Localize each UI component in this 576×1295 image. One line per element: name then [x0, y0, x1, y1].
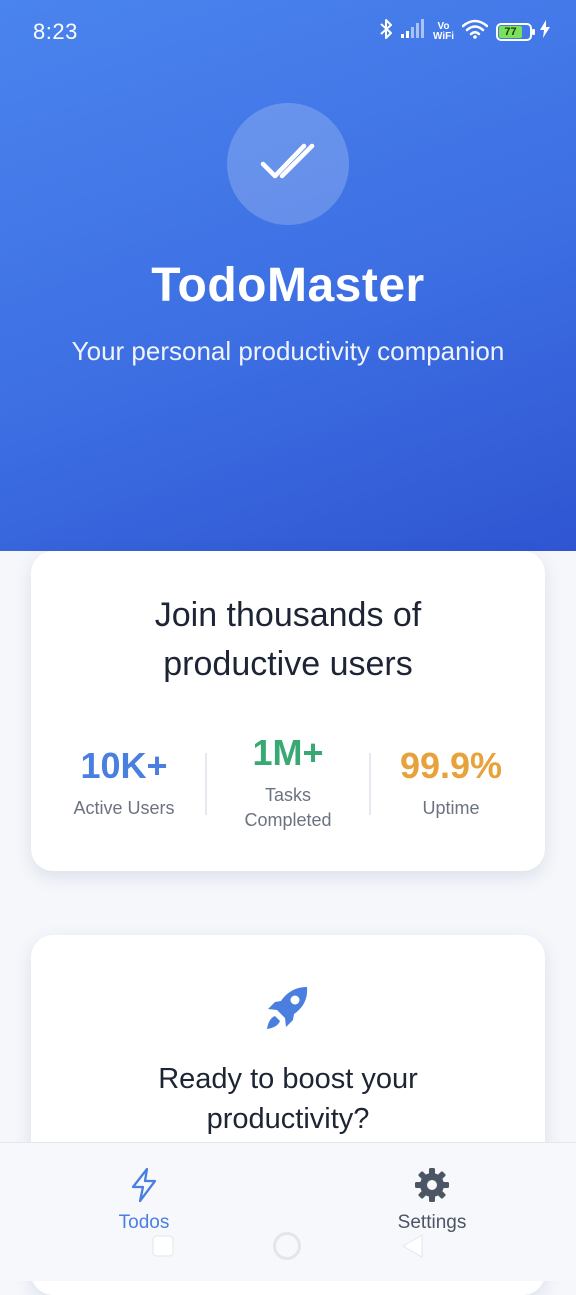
rocket-icon	[263, 983, 313, 1033]
status-icons: Vo WiFi 77	[379, 18, 550, 45]
stats-heading: Join thousands of productive users	[31, 591, 545, 689]
stat-value: 1M+	[252, 732, 324, 773]
status-time: 8:23	[33, 19, 78, 44]
system-nav-bar	[0, 1227, 576, 1267]
stat-tasks-completed: 1M+ Tasks Completed	[203, 731, 373, 833]
home-button[interactable]	[272, 1231, 302, 1266]
cta-heading: Ready to boost your productivity?	[31, 1059, 545, 1139]
hero-header: 8:23 Vo WiFi 77 TodoMaster Your personal…	[0, 0, 576, 551]
nav-item-todos[interactable]: Todos	[74, 1167, 214, 1234]
stat-value: 99.9%	[399, 745, 503, 786]
status-bar: 8:23 Vo WiFi 77	[0, 0, 576, 66]
back-button[interactable]	[400, 1233, 424, 1264]
stat-value: 10K+	[80, 745, 168, 786]
stat-label: Uptime	[422, 798, 480, 818]
stat-label: Tasks Completed	[203, 783, 373, 833]
vowifi-label-top: Vo	[437, 20, 450, 32]
battery-level: 77	[499, 25, 523, 38]
battery-icon: 77	[496, 22, 535, 41]
bluetooth-icon	[379, 18, 393, 45]
stats-heading-line1: Join thousands of	[154, 596, 422, 634]
recent-apps-button[interactable]	[152, 1235, 174, 1262]
stat-uptime: 99.9% Uptime	[366, 731, 536, 821]
app-title: TodoMaster	[151, 259, 425, 312]
bottom-nav: Todos Settings	[0, 1142, 576, 1281]
charging-icon	[540, 20, 550, 43]
app-logo	[227, 103, 349, 225]
stat-label: Active Users	[73, 798, 175, 818]
cta-heading-line1: Ready to boost your	[158, 1063, 418, 1095]
double-check-icon	[258, 140, 318, 189]
gear-icon	[414, 1168, 450, 1207]
stats-card: Join thousands of productive users 10K+ …	[31, 551, 545, 871]
vowifi-label-bottom: WiFi	[432, 30, 454, 42]
cta-heading-line2: productivity?	[206, 1103, 370, 1135]
stat-label-line2: Completed	[244, 810, 332, 830]
signal-icon	[400, 19, 425, 44]
nav-item-settings[interactable]: Settings	[362, 1167, 502, 1234]
vowifi-icon: Vo WiFi	[432, 20, 454, 42]
stats-heading-line2: productive users	[163, 645, 413, 683]
stat-active-users: 10K+ Active Users	[39, 731, 209, 821]
wifi-icon	[461, 19, 489, 44]
stat-label-line1: Tasks	[264, 785, 311, 805]
lightning-icon	[128, 1167, 160, 1207]
app-subtitle: Your personal productivity companion	[71, 336, 505, 366]
